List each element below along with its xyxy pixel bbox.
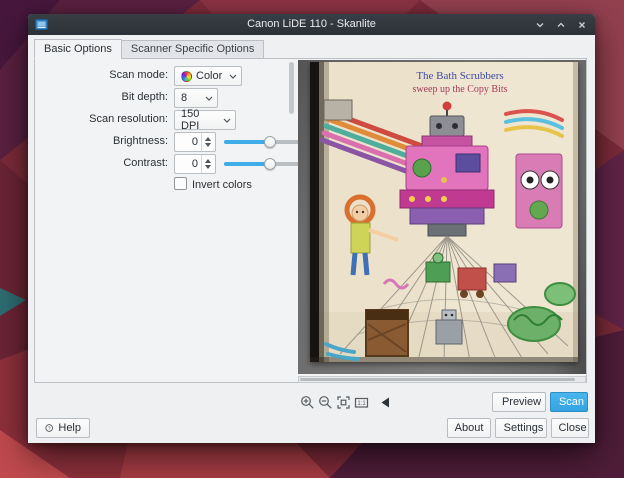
scan-mode-select[interactable]: Color bbox=[174, 66, 242, 86]
bit-depth-label: Bit depth: bbox=[32, 91, 168, 103]
scrollbar-thumb[interactable] bbox=[300, 378, 575, 381]
help-button[interactable]: ? Help bbox=[36, 418, 90, 438]
spin-up-icon[interactable] bbox=[205, 159, 211, 163]
help-icon: ? bbox=[45, 422, 53, 434]
contrast-value: 0 bbox=[175, 155, 201, 173]
chevron-down-icon bbox=[205, 96, 213, 101]
brightness-label: Brightness: bbox=[32, 135, 168, 147]
spinner-arrows[interactable] bbox=[201, 133, 215, 151]
settings-button[interactable]: Settings bbox=[495, 418, 547, 438]
bit-depth-value: 8 bbox=[181, 92, 187, 104]
settings-button-label: Settings bbox=[504, 422, 544, 434]
window-title: Canon LiDE 110 - Skanlite bbox=[88, 14, 535, 35]
chevron-down-icon bbox=[229, 74, 237, 79]
tab-scanner-specific-options[interactable]: Scanner Specific Options bbox=[121, 40, 265, 59]
tab-basic-options[interactable]: Basic Options bbox=[34, 39, 122, 59]
zoom-in-icon[interactable] bbox=[300, 395, 315, 410]
scan-mode-label: Scan mode: bbox=[32, 69, 168, 81]
preview-button[interactable]: Preview bbox=[492, 392, 546, 412]
chevron-down-icon bbox=[223, 118, 231, 123]
contrast-spinbox[interactable]: 0 bbox=[174, 154, 216, 174]
scan-resolution-label: Scan resolution: bbox=[32, 113, 168, 125]
skanlite-window: Canon LiDE 110 - Skanlite Basic Options … bbox=[28, 14, 595, 443]
minimize-icon[interactable] bbox=[534, 19, 546, 31]
brown-hamper bbox=[366, 310, 408, 356]
spin-down-icon[interactable] bbox=[205, 143, 211, 147]
scan-resolution-select[interactable]: 150 DPI bbox=[174, 110, 236, 130]
bit-depth-select[interactable]: 8 bbox=[174, 88, 218, 108]
spin-down-icon[interactable] bbox=[205, 165, 211, 169]
contrast-label: Contrast: bbox=[32, 157, 168, 169]
maximize-icon[interactable] bbox=[555, 19, 567, 31]
help-button-label: Help bbox=[58, 422, 81, 434]
scan-preview-image[interactable]: The Bath Scrubbers sweep up the Copy Bit… bbox=[310, 62, 578, 362]
scan-resolution-value: 150 DPI bbox=[181, 108, 220, 132]
titlebar[interactable]: Canon LiDE 110 - Skanlite bbox=[28, 14, 595, 35]
svg-text:?: ? bbox=[48, 426, 51, 432]
zoom-out-icon[interactable] bbox=[318, 395, 333, 410]
svg-text:1:1: 1:1 bbox=[357, 401, 366, 407]
about-button-label: About bbox=[455, 422, 484, 434]
drawing-title-line1: The Bath Scrubbers bbox=[416, 70, 503, 82]
scan-button-label: Scan bbox=[559, 396, 584, 408]
scan-mode-value: Color bbox=[196, 70, 222, 82]
close-button[interactable]: Close bbox=[551, 418, 589, 438]
about-button[interactable]: About bbox=[447, 418, 491, 438]
zoom-fit-icon[interactable] bbox=[336, 395, 351, 410]
invert-colors-checkbox[interactable] bbox=[174, 177, 187, 190]
preview-horizontal-scrollbar[interactable] bbox=[298, 376, 586, 383]
scanner-app-icon bbox=[35, 18, 48, 31]
drawing-title-line2: sweep up the Copy Bits bbox=[413, 84, 508, 95]
spinner-arrows[interactable] bbox=[201, 155, 215, 173]
spin-up-icon[interactable] bbox=[205, 137, 211, 141]
slider-handle[interactable] bbox=[264, 158, 276, 170]
scan-button[interactable]: Scan bbox=[550, 392, 588, 412]
brightness-spinbox[interactable]: 0 bbox=[174, 132, 216, 152]
options-scrollbar[interactable] bbox=[289, 62, 294, 114]
scan-preview-area[interactable]: The Bath Scrubbers sweep up the Copy Bit… bbox=[298, 60, 586, 374]
collapse-arrow-icon[interactable] bbox=[378, 395, 393, 410]
close-button-label: Close bbox=[558, 422, 586, 434]
slider-handle[interactable] bbox=[264, 136, 276, 148]
preview-button-label: Preview bbox=[502, 396, 541, 408]
color-wheel-icon bbox=[181, 71, 192, 82]
invert-colors-label: Invert colors bbox=[192, 179, 252, 191]
machine-drawing bbox=[516, 154, 562, 228]
brightness-value: 0 bbox=[175, 133, 201, 151]
zoom-actual-icon[interactable]: 1:1 bbox=[354, 395, 369, 410]
close-window-icon[interactable] bbox=[576, 19, 588, 31]
tab-bar: Basic Options Scanner Specific Options bbox=[34, 39, 263, 59]
